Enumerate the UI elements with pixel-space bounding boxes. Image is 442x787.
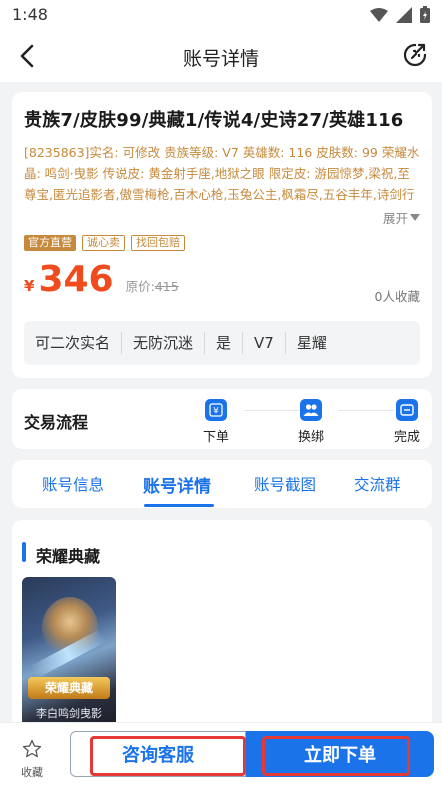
- battery-icon: [420, 6, 430, 23]
- expand-label: 展开: [382, 211, 408, 226]
- attribute-bar: 可二次实名 无防沉迷 是 V7 星耀: [24, 321, 420, 365]
- tag-sincere: 诚心卖: [82, 235, 125, 251]
- original-price: 415: [154, 279, 179, 294]
- tab-account-screenshots[interactable]: 账号截图: [254, 473, 316, 495]
- price-value: 346: [38, 259, 114, 300]
- account-card: 贵族7/皮肤99/典藏1/传说4/史诗27/英雄116 [8235863]实名:…: [12, 92, 432, 378]
- users-icon: [300, 399, 322, 421]
- section-accent-bar: [22, 542, 26, 562]
- flow-step-label: 下单: [202, 430, 229, 445]
- tab-account-info[interactable]: 账号信息: [42, 473, 104, 495]
- price-block: ¥ 346 原价: 415: [24, 260, 179, 300]
- star-icon: [22, 739, 42, 758]
- attr-vip-level: V7: [243, 332, 286, 354]
- expand-toggle[interactable]: 展开: [383, 208, 420, 227]
- status-icons: [370, 6, 430, 23]
- status-time: 1:48: [12, 5, 48, 24]
- flow-step-order: ¥ 下单: [193, 399, 239, 445]
- skin-name: 李白鸣剑曳影: [36, 707, 102, 720]
- page-title: 账号详情: [182, 48, 259, 70]
- skin-badge: 荣耀典藏: [28, 677, 110, 699]
- tab-bar: 账号信息 账号详情 账号截图 交流群: [12, 460, 432, 508]
- attr-rank: 星耀: [296, 334, 327, 352]
- tab-chat-group[interactable]: 交流群: [354, 473, 401, 495]
- flow-step-complete: 完成: [384, 399, 430, 445]
- share-icon[interactable]: [402, 42, 428, 68]
- skin-card[interactable]: 荣耀典藏 李白鸣剑曳影: [22, 577, 116, 727]
- tag-guarantee: 找回包赔: [131, 235, 185, 251]
- original-price-label: 原价:: [125, 279, 155, 294]
- price-currency: ¥: [24, 277, 35, 295]
- attr-yes: 是: [205, 332, 244, 354]
- trade-flow-card: 交易流程 ¥ 下单 换绑 完成: [12, 389, 432, 449]
- favorites-count: 0人收藏: [374, 289, 420, 304]
- flow-title: 交易流程: [24, 413, 89, 432]
- attr-anti-addiction: 无防沉迷: [122, 332, 206, 354]
- collect-label: 收藏: [21, 766, 43, 779]
- triangle-down-icon: [410, 213, 420, 221]
- consult-service-button[interactable]: 咨询客服: [70, 731, 246, 777]
- tab-account-detail[interactable]: 账号详情: [143, 472, 211, 497]
- collect-button[interactable]: 收藏: [14, 739, 50, 780]
- complete-icon: [396, 399, 418, 421]
- account-title: 贵族7/皮肤99/典藏1/传说4/史诗27/英雄116: [24, 110, 404, 131]
- wifi-icon: [370, 7, 388, 22]
- tag-official: 官方直营: [24, 235, 76, 251]
- bottom-action-bar: 收藏 咨询客服 立即下单: [0, 722, 442, 787]
- section-title: 荣耀典藏: [36, 547, 101, 566]
- signal-icon: [396, 6, 412, 23]
- nav-bar: 账号详情: [0, 30, 442, 82]
- order-icon: ¥: [205, 399, 227, 421]
- flow-step-rebind: 换绑: [288, 399, 334, 445]
- status-bar: 1:48: [0, 0, 442, 30]
- svg-text:¥: ¥: [213, 407, 219, 417]
- tag-list: 官方直营 诚心卖 找回包赔: [24, 235, 185, 251]
- active-tab-indicator: [144, 504, 214, 507]
- flow-step-label: 换绑: [297, 430, 324, 445]
- account-description: [8235863]实名: 可修改 贵族等级: V7 英雄数: 116 皮肤数: …: [24, 145, 420, 202]
- buy-now-button[interactable]: 立即下单: [246, 731, 434, 777]
- flow-step-label: 完成: [393, 430, 420, 445]
- collection-section: 荣耀典藏 荣耀典藏 李白鸣剑曳影: [12, 520, 432, 730]
- attr-realname: 可二次实名: [24, 332, 123, 354]
